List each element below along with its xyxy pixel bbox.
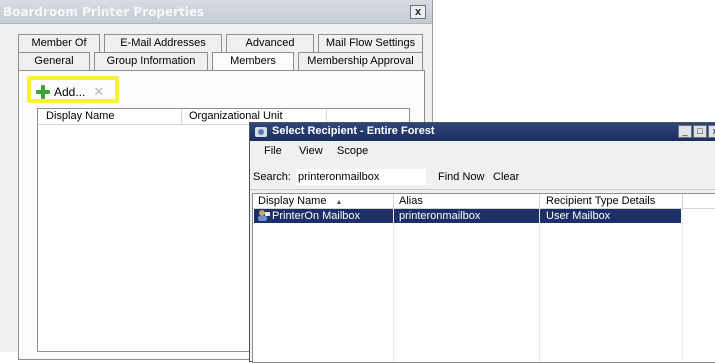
search-input[interactable]: [296, 169, 426, 185]
column-recipient-type[interactable]: Recipient Type Details: [546, 195, 655, 207]
tab-advanced[interactable]: Advanced: [226, 34, 314, 52]
column-display-name[interactable]: Display Name ▲: [258, 195, 342, 207]
close-icon[interactable]: x: [410, 5, 426, 19]
column-separator[interactable]: [682, 194, 683, 209]
menu-view[interactable]: View: [299, 145, 323, 157]
search-label: Search:: [253, 171, 291, 183]
table-row[interactable]: PrinterOn Mailbox printeronmailbox User …: [254, 209, 681, 223]
column-display-name-label: Display Name: [258, 195, 327, 207]
menu-scope[interactable]: Scope: [337, 145, 368, 157]
tab-members[interactable]: Members: [212, 52, 294, 70]
select-recipient-titlebar[interactable]: Select Recipient - Entire Forest _ □ x: [250, 123, 715, 141]
tab-group-information[interactable]: Group Information: [94, 52, 208, 70]
tab-email-addresses[interactable]: E-Mail Addresses: [104, 34, 222, 52]
tab-membership-approval[interactable]: Membership Approval: [298, 52, 423, 70]
sort-ascending-icon: ▲: [335, 199, 343, 206]
properties-titlebar[interactable]: Boardroom Printer Properties x: [0, 0, 432, 24]
select-recipient-dialog: Select Recipient - Entire Forest _ □ x F…: [249, 122, 715, 363]
grid-line: [539, 208, 540, 362]
window-buttons: _ □ x: [678, 125, 715, 138]
minimize-icon[interactable]: _: [678, 125, 692, 138]
grid-line: [393, 208, 394, 362]
column-separator[interactable]: [393, 194, 394, 209]
cell-recipient-type: User Mailbox: [546, 210, 611, 222]
column-organizational-unit[interactable]: Organizational Unit: [189, 110, 283, 122]
maximize-icon[interactable]: □: [693, 125, 707, 138]
add-button-highlight: [27, 76, 119, 103]
column-display-name[interactable]: Display Name: [46, 110, 114, 122]
tab-member-of[interactable]: Member Of: [18, 34, 100, 52]
menu-file[interactable]: File: [264, 145, 282, 157]
exchange-app-icon: [255, 127, 267, 137]
recipient-results-list[interactable]: Display Name ▲ Alias Recipient Type Deta…: [252, 193, 715, 363]
results-list-header: Display Name ▲ Alias Recipient Type Deta…: [253, 194, 715, 209]
cell-display-name: PrinterOn Mailbox: [272, 210, 361, 222]
user-mailbox-icon: [258, 210, 270, 221]
tab-mail-flow-settings[interactable]: Mail Flow Settings: [318, 34, 423, 52]
column-separator[interactable]: [181, 109, 182, 124]
search-row: Search: Find Now Clear: [250, 169, 715, 187]
tab-row-2: General Group Information Members Member…: [18, 52, 423, 70]
column-alias[interactable]: Alias: [399, 195, 423, 207]
properties-title: Boardroom Printer Properties: [3, 5, 205, 19]
clear-button[interactable]: Clear: [493, 171, 519, 183]
select-recipient-title: Select Recipient - Entire Forest: [272, 125, 435, 137]
tab-strip: Member Of E-Mail Addresses Advanced Mail…: [18, 34, 423, 70]
cell-alias: printeronmailbox: [399, 210, 481, 222]
find-now-button[interactable]: Find Now: [438, 171, 484, 183]
close-icon[interactable]: x: [708, 125, 715, 138]
tab-general[interactable]: General: [18, 52, 90, 70]
divider: [250, 189, 715, 190]
grid-line: [682, 208, 683, 362]
tab-row-1: Member Of E-Mail Addresses Advanced Mail…: [18, 34, 423, 52]
column-separator[interactable]: [539, 194, 540, 209]
